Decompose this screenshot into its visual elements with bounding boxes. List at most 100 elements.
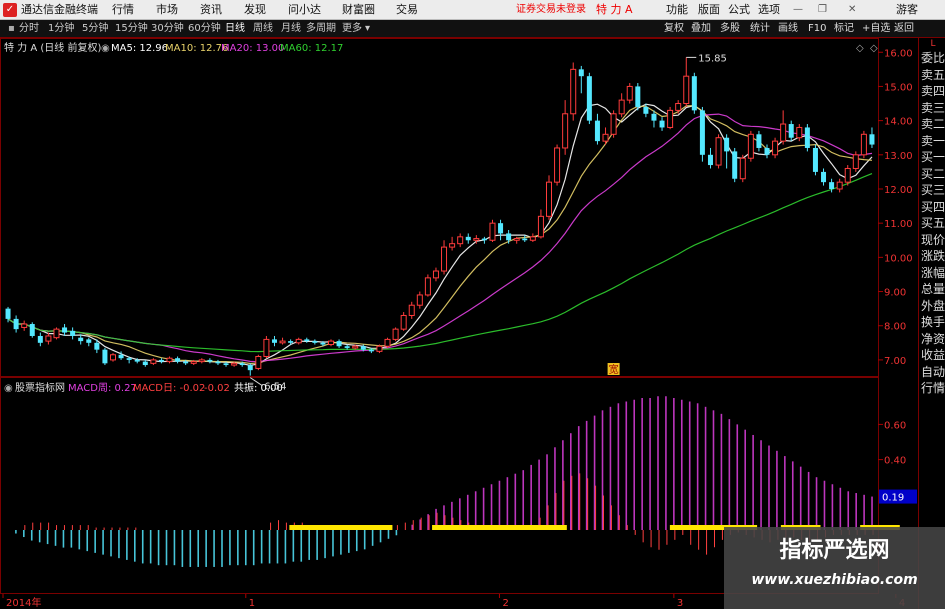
candle	[376, 344, 383, 354]
candle-body	[643, 106, 649, 114]
side-item-4: 卖二	[920, 117, 945, 131]
candle-body	[537, 215, 544, 238]
side-top-badge[interactable]: L	[920, 39, 945, 49]
candle-body	[594, 120, 600, 142]
candle-body	[836, 181, 843, 190]
candle	[416, 291, 423, 309]
candle-body	[336, 341, 342, 347]
candle-body	[239, 363, 245, 366]
candle	[699, 106, 705, 162]
resonance-label: 共振: 0.00	[234, 383, 283, 394]
candle	[62, 324, 68, 336]
candle-body	[94, 342, 100, 350]
candle	[780, 110, 787, 145]
candle-body	[223, 363, 229, 366]
candle-body	[134, 359, 140, 362]
candle-body	[732, 151, 738, 179]
candle-body	[263, 338, 270, 357]
candle	[747, 130, 754, 162]
ind-ytick-label-0: 0.40	[884, 456, 906, 467]
candle	[255, 354, 262, 371]
candle	[432, 267, 439, 282]
candle	[449, 236, 456, 251]
candle	[312, 339, 318, 345]
candle-body	[610, 113, 617, 135]
zoom-in-icon[interactable]: ◇	[856, 42, 864, 55]
side-item-0: 委比	[920, 51, 945, 65]
candle-body	[667, 109, 674, 128]
candle	[70, 327, 76, 340]
candle	[578, 65, 584, 94]
candle	[618, 93, 625, 118]
quote-side-panel: L 委比 卖五 卖四 卖三 卖二 卖一 买一 买二 买三 买四 买五 现价 涨跌 涨幅 总量 外盘 换手 净资 收益…	[918, 38, 945, 609]
candle	[852, 151, 859, 172]
ma-settings-icon[interactable]: ◉	[101, 42, 110, 55]
side-item-8: 买三	[920, 183, 945, 197]
candle-body	[352, 345, 359, 349]
candle-body	[602, 133, 609, 142]
candle-body	[45, 335, 52, 342]
candle	[465, 233, 471, 244]
side-item-20[interactable]: 行情	[920, 380, 945, 396]
side-item-5: 卖一	[920, 133, 945, 148]
candle	[788, 120, 794, 142]
candle	[804, 124, 810, 152]
candle-body	[764, 147, 770, 155]
resonance-band	[432, 525, 567, 530]
candle	[384, 337, 391, 348]
candle-body	[295, 338, 302, 344]
event-marker-text: 宽	[609, 363, 619, 376]
side-item-16: 换手	[920, 315, 945, 329]
candle	[554, 144, 561, 186]
candle-body	[150, 359, 157, 364]
candle-body	[586, 76, 592, 121]
candle	[45, 332, 52, 345]
candle-body	[529, 236, 536, 241]
candle-body	[416, 294, 423, 306]
main-panel-frame	[0, 38, 879, 377]
ma60-label: MA60: 12.17	[280, 43, 344, 54]
candle-body	[829, 182, 835, 189]
side-item-13: 涨幅	[920, 265, 945, 280]
indicator-settings-icon[interactable]: ◉	[4, 382, 13, 395]
candle-body	[739, 157, 746, 180]
resonance-band	[289, 525, 393, 530]
candle-body	[796, 126, 803, 139]
side-item-14: 总量	[920, 282, 945, 296]
zoom-out-icon[interactable]: ◇	[870, 42, 878, 55]
side-item-11: 现价	[920, 232, 945, 247]
candle-body	[506, 233, 512, 241]
side-item-7: 买二	[920, 166, 945, 181]
candle	[150, 358, 157, 366]
candle-body	[821, 171, 827, 183]
candle	[86, 337, 92, 347]
ma20-line	[7, 113, 873, 363]
candle-body	[368, 349, 374, 352]
candle	[707, 147, 713, 169]
candle	[142, 359, 148, 367]
candle	[198, 358, 205, 364]
side-item-19[interactable]: 自动	[920, 364, 945, 380]
side-item-10: 买五	[920, 216, 945, 230]
candle-body	[554, 147, 561, 183]
ma20-label: MA20: 13.00	[221, 43, 285, 54]
candle	[158, 358, 164, 364]
ma60-line	[7, 173, 873, 353]
candle-body	[424, 277, 431, 296]
candle	[869, 127, 875, 148]
candle-body	[288, 341, 294, 343]
ind-current-value-text: 0.19	[882, 493, 904, 504]
candle-body	[344, 346, 350, 348]
candle	[821, 168, 827, 186]
candle	[441, 240, 448, 275]
candle	[860, 130, 867, 159]
candle	[247, 363, 253, 376]
candle-body	[473, 238, 480, 241]
candle-body	[142, 361, 148, 366]
candle	[166, 356, 173, 364]
candle-body	[360, 346, 366, 350]
candle	[207, 358, 213, 364]
candle	[812, 144, 818, 176]
candle	[562, 100, 569, 155]
chart-area[interactable]: 7.00 8.00 9.00 10.00 11.00 12.00 13.00 14.00 15.…	[0, 0, 918, 609]
